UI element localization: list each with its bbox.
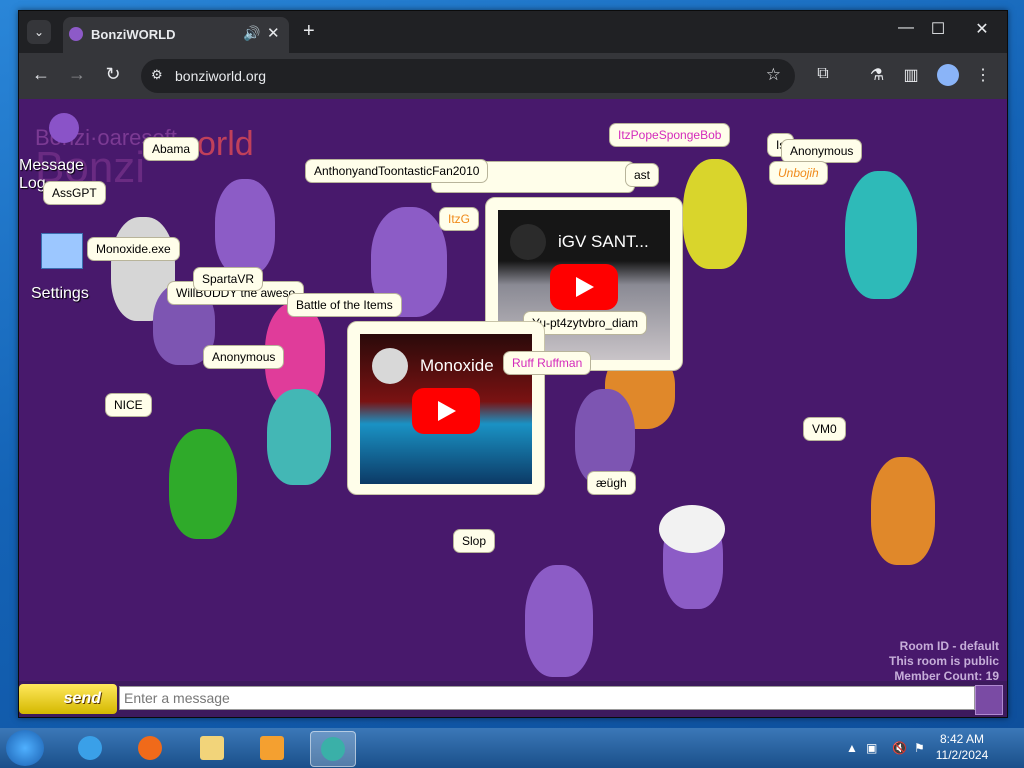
new-tab-button[interactable]: +: [303, 20, 315, 42]
message-input[interactable]: [119, 686, 975, 710]
tab-search-button[interactable]: ⌄: [27, 20, 51, 44]
name-tag[interactable]: Anonymous: [781, 139, 863, 163]
name-tag[interactable]: Battle of the Items: [287, 293, 402, 317]
room-id: Room ID - default: [899, 639, 999, 653]
message-log-label-2[interactable]: Log: [19, 175, 46, 193]
taskbar: ▲ ▣ 🔇 ⚑ 8:42 AM 11/2/2024: [0, 728, 1024, 768]
forward-button[interactable]: →: [65, 64, 89, 85]
address-bar[interactable]: ⚙ bonziworld.org ☆: [141, 59, 795, 93]
bonzi-teal[interactable]: [267, 389, 331, 485]
minimize-button[interactable]: —: [891, 19, 921, 37]
media-player-icon[interactable]: [250, 731, 294, 765]
name-tag[interactable]: AnthonyandToontasticFan2010: [305, 159, 489, 183]
back-button[interactable]: ←: [29, 64, 53, 85]
tab-strip: ⌄ BonziWORLD 🔊 ✕ + — ☐ ✕: [19, 11, 1007, 53]
room-info: Room ID - default This room is public Me…: [889, 639, 999, 684]
name-tag[interactable]: Slop: [453, 529, 496, 553]
bookmark-star-icon[interactable]: ☆: [766, 65, 781, 85]
clock-avatar-icon: [372, 348, 408, 384]
system-clock[interactable]: 8:42 AM 11/2/2024: [930, 731, 994, 763]
close-tab-icon[interactable]: ✕: [267, 24, 280, 42]
trollface-icon: [659, 505, 725, 553]
message-log-icon[interactable]: [49, 113, 79, 143]
video-bubble[interactable]: Monoxide: [347, 321, 545, 495]
youtube-play-icon[interactable]: [550, 264, 618, 310]
bonzi-purple-shrug[interactable]: [525, 565, 593, 677]
internet-explorer-icon[interactable]: [68, 731, 112, 765]
reload-button[interactable]: ↻: [101, 64, 125, 85]
logo-world-text: orld: [197, 125, 254, 163]
room-visibility: This room is public: [888, 654, 999, 668]
settings-computer-icon[interactable]: [41, 233, 83, 269]
youtube-play-icon[interactable]: [412, 388, 480, 434]
network-icon[interactable]: ▣: [866, 741, 877, 755]
bonzi-purple[interactable]: [215, 179, 275, 275]
tab-bonziworld[interactable]: BonziWORLD 🔊 ✕: [63, 17, 289, 53]
name-tag[interactable]: Abama: [143, 137, 200, 161]
menu-kebab-icon[interactable]: ⋮: [971, 65, 995, 85]
windows-start-icon[interactable]: [6, 730, 44, 766]
attachment-icon[interactable]: [975, 685, 1003, 715]
name-tag[interactable]: Monoxide.exe: [87, 237, 180, 261]
name-tag[interactable]: æügh: [587, 471, 636, 495]
name-tag[interactable]: VM0: [803, 417, 846, 441]
bonzi-purple-trollface[interactable]: [659, 505, 725, 609]
send-button[interactable]: send: [19, 684, 117, 714]
extensions-icon[interactable]: ⧉: [811, 65, 835, 83]
channel-avatar-icon: [510, 224, 546, 260]
name-tag[interactable]: ItzG: [439, 207, 480, 231]
file-explorer-icon[interactable]: [190, 731, 234, 765]
url-text[interactable]: bonziworld.org: [175, 68, 266, 84]
video-title: iGV SANT...: [558, 232, 649, 251]
browser-toolbar: ← → ↻ ⚙ bonziworld.org ☆ ⧉ ⚗ ▥ ⋮: [19, 53, 1007, 99]
name-tag[interactable]: NICE: [105, 393, 152, 417]
bonzi-favicon-icon: [69, 27, 83, 41]
bonziworld-room: Bonzi·oaresoft Bonzi orld Message Log Se…: [19, 99, 1007, 717]
close-window-button[interactable]: ✕: [967, 19, 997, 39]
name-tag[interactable]: Ruff Ruffman: [503, 351, 592, 375]
side-panel-icon[interactable]: ▥: [899, 65, 923, 85]
bonzi-green[interactable]: [169, 429, 237, 539]
name-tag[interactable]: SpartaVR: [193, 267, 264, 291]
name-tag[interactable]: AssGPT: [43, 181, 106, 205]
name-tag[interactable]: ItzPopeSpongeBob: [609, 123, 731, 147]
clock-date: 11/2/2024: [935, 748, 989, 762]
name-tag[interactable]: Anonymous: [203, 345, 285, 369]
chrome-taskbar-icon[interactable]: [310, 731, 356, 767]
labs-flask-icon[interactable]: ⚗: [865, 65, 889, 85]
speaker-icon[interactable]: 🔊: [243, 25, 260, 42]
maximize-button[interactable]: ☐: [923, 19, 953, 39]
message-log-label[interactable]: Message: [19, 157, 84, 175]
site-settings-icon[interactable]: ⚙: [151, 67, 163, 83]
volume-muted-icon[interactable]: 🔇: [892, 741, 907, 755]
bonzi-yellow[interactable]: [683, 159, 747, 269]
bonzi-orange[interactable]: [871, 457, 935, 565]
profile-avatar-icon[interactable]: [937, 64, 959, 86]
tab-title: BonziWORLD: [91, 27, 176, 42]
settings-label[interactable]: Settings: [31, 285, 89, 303]
chat-bar: send: [19, 681, 1007, 717]
chat-bubble-text: ast: [625, 163, 660, 187]
firefox-icon[interactable]: [128, 731, 172, 765]
action-center-flag-icon[interactable]: ⚑: [914, 741, 925, 755]
clock-time: 8:42 AM: [939, 732, 985, 746]
name-tag[interactable]: Unbojih: [769, 161, 828, 185]
video-title: Monoxide: [420, 356, 494, 375]
bonzi-teal[interactable]: [845, 171, 917, 299]
browser-window: ⌄ BonziWORLD 🔊 ✕ + — ☐ ✕ ← → ↻ ⚙ bonziwo…: [18, 10, 1008, 718]
show-hidden-icons-icon[interactable]: ▲: [846, 741, 858, 755]
